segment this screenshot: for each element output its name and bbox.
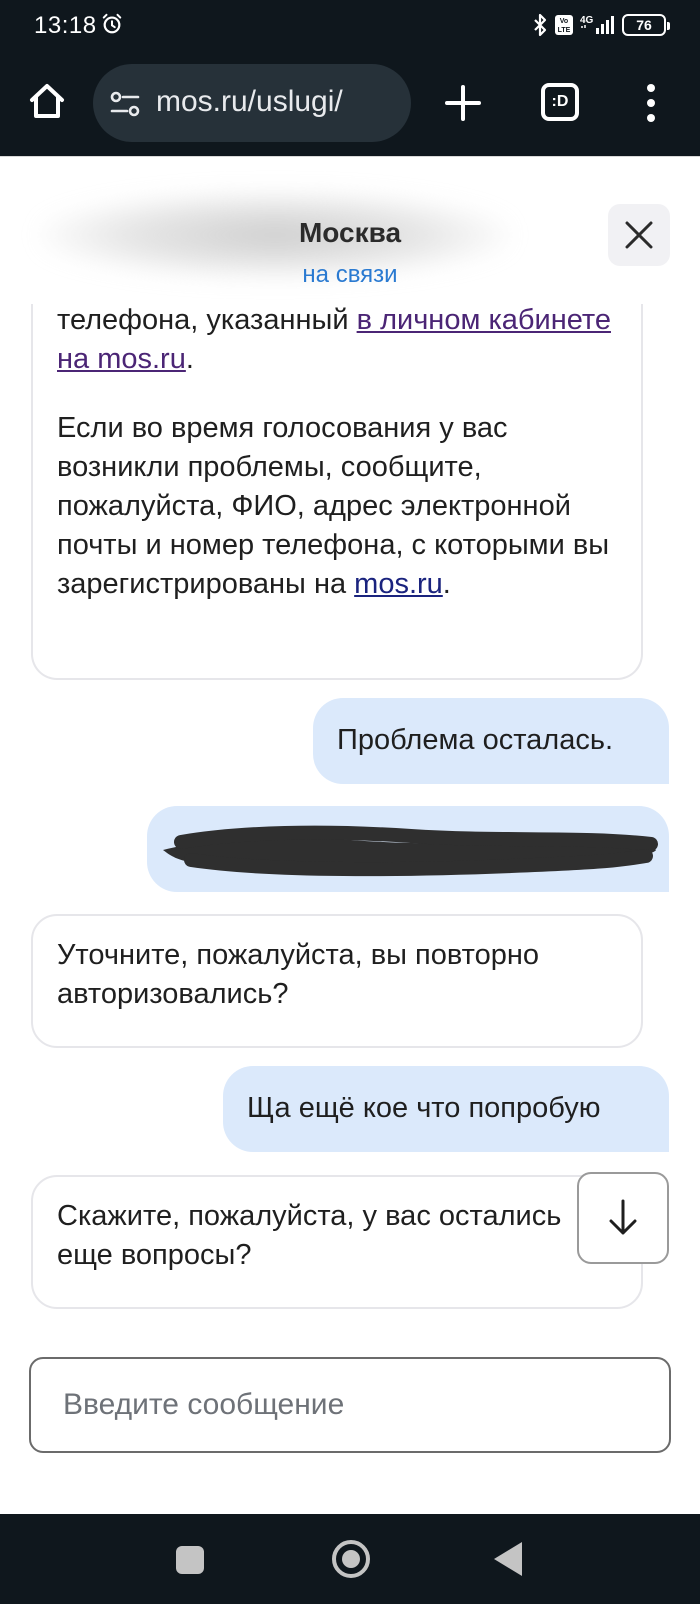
battery-indicator: 76 (622, 14, 670, 36)
recents-icon[interactable] (176, 1546, 204, 1574)
alarm-icon (102, 13, 122, 34)
bot-message: Скажите, пожалуйста, у вас остались еще … (31, 1175, 643, 1309)
user-message: Ща ещё кое что попробую (223, 1066, 669, 1152)
system-nav-bar (0, 1514, 700, 1604)
chat-title: Москва (298, 217, 402, 248)
signal-icon: 4G (580, 15, 614, 34)
message-text: . (442, 568, 451, 600)
home-icon (30, 84, 64, 118)
home-button[interactable] (24, 78, 70, 124)
user-message-redacted (147, 806, 669, 892)
user-message: Проблема осталась. (313, 698, 669, 784)
address-bar[interactable]: mos.ru/uslugi/ (93, 64, 411, 142)
redaction-scribble (163, 825, 658, 877)
arrow-down-icon (609, 1199, 637, 1235)
tab-switcher-button[interactable]: :D (541, 83, 579, 121)
new-tab-button[interactable] (440, 80, 486, 126)
message-paragraph: Если во время голосования у вас возникли… (57, 409, 617, 604)
close-button[interactable] (608, 204, 670, 266)
svg-text:LTE: LTE (558, 27, 571, 34)
message-text: телефона, указанный (57, 304, 357, 336)
site-settings-icon[interactable] (109, 88, 141, 120)
chat-status: на связи (302, 261, 398, 288)
bot-message: Уточните, пожалуйста, вы повторно автори… (31, 914, 643, 1048)
more-menu-icon[interactable] (636, 82, 666, 124)
bot-message: телефона, указанный в личном кабинете на… (31, 304, 643, 680)
status-bar: 13:18 Vo LTE 4G 76 (0, 0, 700, 52)
chat-header: Москва на связи (0, 156, 700, 304)
browser-toolbar: mos.ru/uslugi/ :D (0, 52, 700, 156)
url-text[interactable]: mos.ru/uslugi/ (156, 85, 343, 119)
svg-text:Vo: Vo (560, 18, 568, 25)
mos-ru-link[interactable]: mos.ru (354, 568, 443, 600)
message-text: Если во время голосования у вас возникли… (57, 412, 610, 600)
svg-text:4G: 4G (580, 15, 594, 26)
message-input-container[interactable] (29, 1357, 671, 1453)
status-icons: Vo LTE 4G 76 (532, 13, 670, 37)
back-icon[interactable] (494, 1542, 522, 1576)
status-time: 13:18 (34, 12, 97, 39)
message-input[interactable] (31, 1359, 669, 1451)
message-paragraph: телефона, указанный в личном кабинете на… (57, 304, 617, 379)
scroll-to-bottom-button[interactable] (577, 1172, 669, 1264)
message-text: . (185, 343, 194, 375)
bluetooth-icon (534, 13, 547, 37)
home-circle-icon[interactable] (332, 1540, 370, 1578)
close-icon (625, 221, 653, 249)
volte-icon: Vo LTE (555, 15, 573, 35)
